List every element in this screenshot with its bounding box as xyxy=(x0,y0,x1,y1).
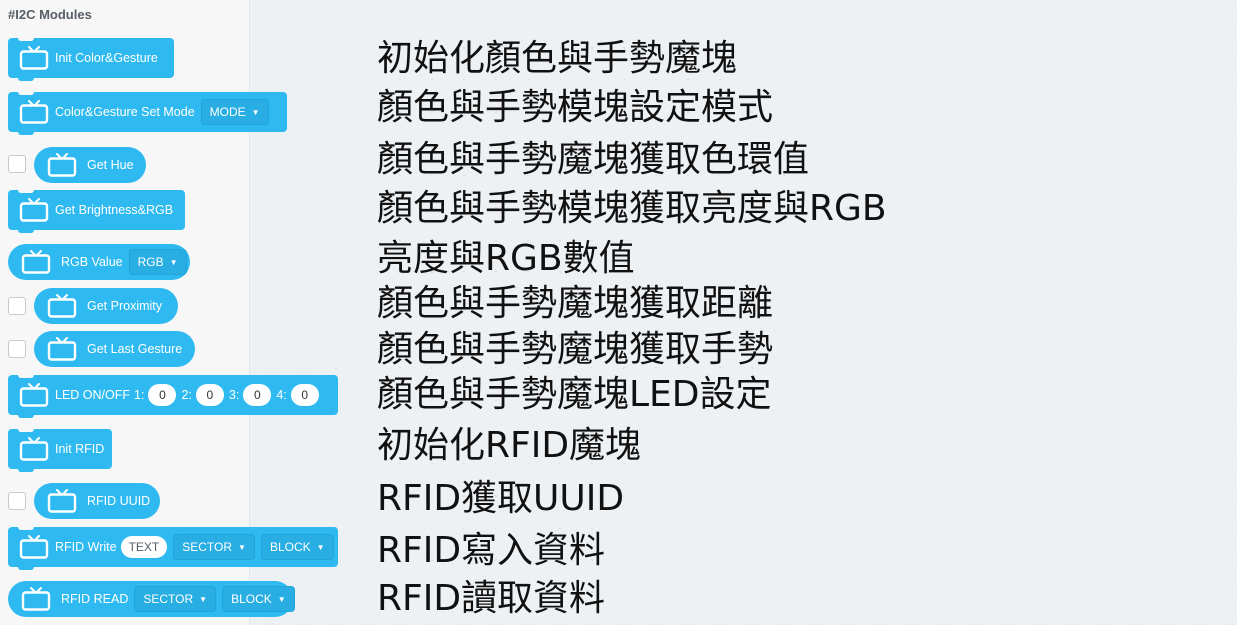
led-1-label: 1: xyxy=(134,388,145,402)
get-brightness-rgb-block[interactable]: Get Brightness&RGB xyxy=(8,189,185,233)
block-label: RFID UUID xyxy=(87,494,151,508)
color-gesture-set-mode-block[interactable]: Color&Gesture Set Mode MODE ▼ xyxy=(8,91,287,135)
block-dropdown[interactable]: BLOCK ▼ xyxy=(222,586,295,612)
caption-init-color-gesture: 初始化顏色與手勢魔塊 xyxy=(377,38,738,79)
led-1-input[interactable]: 0 xyxy=(148,384,177,406)
get-hue-block[interactable]: Get Hue xyxy=(34,147,146,183)
init-rfid-block[interactable]: Init RFID xyxy=(8,428,112,472)
block-dropdown[interactable]: BLOCK ▼ xyxy=(260,534,334,560)
sector-dropdown[interactable]: SECTOR ▼ xyxy=(134,586,217,612)
led-2-input[interactable]: 0 xyxy=(195,384,224,406)
sector-dropdown[interactable]: SECTOR ▼ xyxy=(173,534,255,560)
caption-rgb-value: 亮度與RGB數值 xyxy=(377,238,635,279)
monitor-icon xyxy=(19,437,49,461)
rfid-write-block[interactable]: RFID Write TEXT SECTOR ▼ BLOCK ▼ xyxy=(8,526,338,570)
dropdown-value: SECTOR xyxy=(143,592,194,606)
rfid-uuid-checkbox[interactable] xyxy=(8,492,26,510)
block-label: Get Brightness&RGB xyxy=(55,203,174,217)
block-label: Get Proximity xyxy=(87,299,163,313)
block-label: Get Hue xyxy=(87,158,134,172)
caret-down-icon: ▼ xyxy=(238,542,246,552)
get-last-gesture-block[interactable]: Get Last Gesture xyxy=(34,331,195,367)
led-4-input[interactable]: 0 xyxy=(290,384,319,406)
caption-get-last-gesture: 顏色與手勢魔塊獲取手勢 xyxy=(377,329,774,370)
monitor-icon xyxy=(47,294,77,318)
block-label: Init RFID xyxy=(55,442,105,456)
dropdown-value: SECTOR xyxy=(182,540,233,554)
led-on-off-block[interactable]: LED ON/OFF 1: 0 2: 0 3: 0 4: 0 xyxy=(8,374,338,418)
dropdown-value: BLOCK xyxy=(231,592,272,606)
caption-rfid-uuid: RFID獲取UUID xyxy=(377,478,625,519)
caption-init-rfid: 初始化RFID魔塊 xyxy=(377,425,642,466)
caret-down-icon: ▼ xyxy=(199,594,208,604)
rgb-dropdown[interactable]: RGB ▼ xyxy=(128,249,187,275)
caption-get-proximity: 顏色與手勢魔塊獲取距離 xyxy=(377,283,774,324)
led-3-input[interactable]: 0 xyxy=(243,384,272,406)
dropdown-value: BLOCK xyxy=(269,540,311,554)
monitor-icon xyxy=(47,153,77,177)
get-hue-checkbox[interactable] xyxy=(8,155,26,173)
caret-down-icon: ▼ xyxy=(316,542,325,552)
monitor-icon xyxy=(19,46,49,70)
get-proximity-block[interactable]: Get Proximity xyxy=(34,288,178,324)
monitor-icon xyxy=(19,383,49,407)
block-label: RFID READ xyxy=(61,592,129,606)
palette-section-title: #I2C Modules xyxy=(8,7,92,22)
monitor-icon xyxy=(19,535,49,559)
led-4-label: 4: xyxy=(276,388,287,402)
caption-rfid-read: RFID讀取資料 xyxy=(377,578,606,619)
caption-rfid-write: RFID寫入資料 xyxy=(377,530,606,571)
caption-get-hue: 顏色與手勢魔塊獲取色環值 xyxy=(377,139,810,180)
block-label: Init Color&Gesture xyxy=(55,51,158,65)
monitor-icon xyxy=(47,489,77,513)
mode-dropdown[interactable]: MODE ▼ xyxy=(200,99,269,125)
monitor-icon xyxy=(19,100,49,124)
rfid-uuid-block[interactable]: RFID UUID xyxy=(34,483,160,519)
block-label: Get Last Gesture xyxy=(87,342,183,356)
caret-down-icon: ▼ xyxy=(251,107,260,117)
rgb-value-block[interactable]: RGB Value RGB ▼ xyxy=(8,244,190,280)
block-palette: #I2C Modules Init Color&Gesture Color&Ge… xyxy=(0,0,338,625)
monitor-icon xyxy=(47,337,77,361)
rfid-write-text-input[interactable]: TEXT xyxy=(120,536,168,558)
caret-down-icon: ▼ xyxy=(277,594,286,604)
rfid-read-block[interactable]: RFID READ SECTOR ▼ BLOCK ▼ xyxy=(8,581,295,617)
block-label: RGB Value xyxy=(61,255,123,269)
led-3-label: 3: xyxy=(228,388,240,402)
caret-down-icon: ▼ xyxy=(169,257,178,267)
get-proximity-checkbox[interactable] xyxy=(8,297,26,315)
block-label: LED ON/OFF xyxy=(55,388,131,402)
block-label: RFID Write xyxy=(55,540,117,554)
dropdown-value: MODE xyxy=(209,105,246,119)
caption-get-brightness-rgb: 顏色與手勢模塊獲取亮度與RGB xyxy=(377,188,887,229)
block-label: Color&Gesture Set Mode xyxy=(55,105,195,119)
caption-set-mode: 顏色與手勢模塊設定模式 xyxy=(377,87,774,128)
monitor-icon xyxy=(19,198,49,222)
led-2-label: 2: xyxy=(181,388,192,402)
dropdown-value: RGB xyxy=(137,255,164,269)
init-color-gesture-block[interactable]: Init Color&Gesture xyxy=(8,37,174,81)
get-last-gesture-checkbox[interactable] xyxy=(8,340,26,358)
caption-led-on-off: 顏色與手勢魔塊LED設定 xyxy=(377,374,772,415)
monitor-icon xyxy=(21,587,51,611)
monitor-icon xyxy=(21,250,51,274)
